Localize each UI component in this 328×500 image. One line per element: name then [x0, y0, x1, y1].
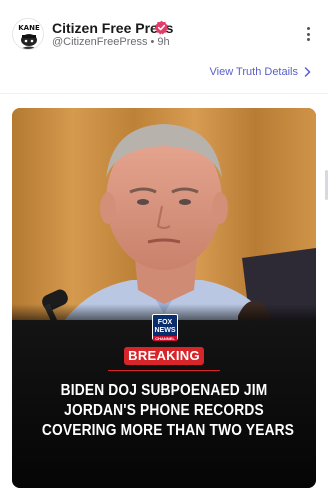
fox-news-logo: FOX NEWS CHANNEL — [152, 314, 178, 341]
headline-line: COVERING MORE THAN TWO YEARS — [41, 422, 295, 439]
breaking-badge: BREAKING — [124, 347, 204, 365]
view-truth-details-label: View Truth Details — [209, 66, 298, 78]
view-truth-details-link[interactable]: View Truth Details — [210, 66, 311, 78]
avatar[interactable]: KANE — [12, 18, 44, 50]
post-timestamp[interactable]: 9h — [157, 36, 169, 48]
author-handle[interactable]: @CitizenFreePress — [52, 36, 148, 48]
avatar-image: KANE — [13, 19, 43, 49]
avatar-text: KANE — [18, 24, 40, 32]
logo-subtext: CHANNEL — [153, 336, 177, 341]
chevron-right-icon — [304, 67, 311, 77]
divider — [0, 93, 328, 94]
logo-text: FOX NEWS — [154, 319, 176, 334]
headline: BIDEN DOJ SUBPOENAED JIM JORDAN'S PHONE … — [41, 381, 295, 441]
verified-badge-icon — [154, 20, 169, 35]
breaking-underline — [108, 370, 220, 371]
meta-separator: • — [150, 36, 155, 48]
post-header: KANE Citizen Free Press @CitizenFreePres… — [0, 0, 328, 62]
headline-line: JORDAN'S PHONE RECORDS — [64, 402, 264, 419]
post-meta: @CitizenFreePress • 9h — [52, 36, 170, 48]
headline-line: BIDEN DOJ SUBPOENAED JIM — [60, 382, 268, 399]
more-options-icon[interactable] — [302, 24, 314, 44]
media-image[interactable]: FOX NEWS CHANNEL BREAKING BIDEN DOJ SUBP… — [12, 108, 316, 488]
